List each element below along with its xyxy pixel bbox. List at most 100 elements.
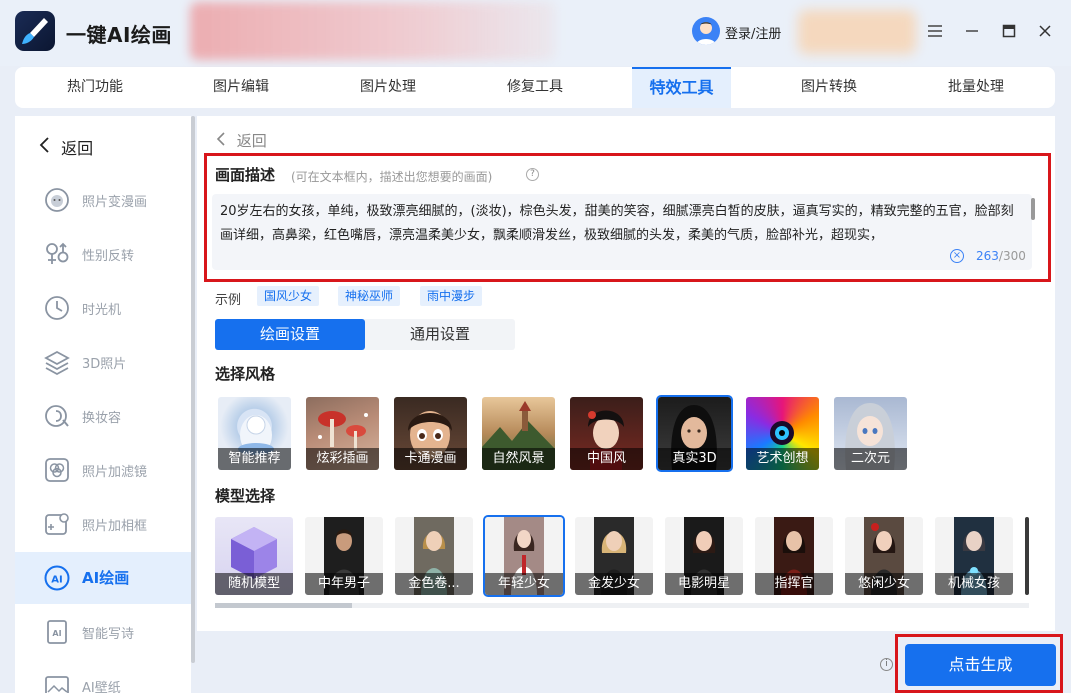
vip-promo-badge[interactable] [798, 10, 916, 54]
model-card-mech-girl[interactable]: 机械女孩 [935, 517, 1013, 595]
layers-icon [43, 348, 71, 376]
title-bar: 一键AI绘画 登录/注册 [0, 0, 1071, 66]
model-card-casual-girl[interactable]: 悠闲少女 [845, 517, 923, 595]
close-icon[interactable] [1034, 20, 1056, 42]
clear-text-icon[interactable]: × [950, 249, 964, 263]
sidebar-item-label: 照片变漫画 [82, 195, 148, 210]
minimize-icon[interactable] [961, 20, 983, 42]
model-card-commander[interactable]: 指挥官 [755, 517, 833, 595]
style-section-title: 选择风格 [215, 365, 276, 383]
generate-button[interactable]: 点击生成 [905, 644, 1056, 686]
chevron-left-icon [38, 136, 52, 158]
style-card-label: 自然风景 [482, 448, 555, 470]
sidebar-item-gender-swap[interactable]: 性别反转 [15, 228, 191, 280]
model-card-label: 随机模型 [215, 573, 293, 595]
model-card-label: 年轻少女 [485, 573, 563, 595]
example-chip[interactable]: 雨中漫步 [420, 286, 483, 306]
ai-wallpaper-icon [43, 672, 71, 693]
example-chip[interactable]: 神秘巫师 [338, 286, 401, 306]
maximize-icon[interactable] [998, 20, 1020, 42]
style-card-cartoon[interactable]: 卡通漫画 [394, 397, 467, 470]
menu-icon[interactable] [924, 20, 946, 42]
model-card-partial[interactable] [1025, 517, 1029, 595]
description-hint: (可在文本框内，描述出您想要的画面) [291, 170, 493, 184]
style-card-chinese[interactable]: 中国风 [570, 397, 643, 470]
description-text[interactable]: 20岁左右的女孩，单纯，极致漂亮细腻的，(淡妆)，棕色头发，甜美的笑容，细腻漂亮… [220, 200, 1018, 248]
svg-text:AI: AI [52, 629, 61, 638]
sidebar-scrollbar[interactable] [191, 116, 195, 663]
makeup-icon [43, 402, 71, 430]
settings-tabs: 绘画设置 通用设置 [215, 319, 515, 350]
style-card-smart[interactable]: 智能推荐 [218, 397, 291, 470]
tab-general-settings[interactable]: 通用设置 [365, 319, 515, 350]
model-card-movie-star[interactable]: 电影明星 [665, 517, 743, 595]
style-card-label: 艺术创想 [746, 448, 819, 470]
tab-image-convert[interactable]: 图片转换 [764, 67, 894, 108]
tab-repair-tools[interactable]: 修复工具 [470, 67, 600, 108]
style-card-anime[interactable]: 二次元 [834, 397, 907, 470]
app-logo-icon [15, 11, 55, 51]
sidebar-item-label: 智能写诗 [82, 627, 135, 642]
sidebar-item-ai-poem[interactable]: AI 智能写诗 [15, 606, 191, 658]
sidebar-item-photo-to-cartoon[interactable]: 照片变漫画 [15, 174, 191, 226]
face-cartoon-icon [43, 186, 71, 214]
style-card-label: 炫彩插画 [306, 448, 379, 470]
sidebar-item-label: 照片加滤镜 [82, 465, 148, 480]
style-card-landscape[interactable]: 自然风景 [482, 397, 555, 470]
sidebar-item-label: AI绘画 [82, 569, 130, 587]
sidebar-item-photo-frame[interactable]: 照片加相框 [15, 498, 191, 550]
model-card-golden-curls[interactable]: 金色卷... [395, 517, 473, 595]
sidebar-item-3d-photo[interactable]: 3D照片 [15, 336, 191, 388]
char-max: /300 [998, 249, 1026, 263]
sidebar-item-ai-wallpaper[interactable]: AI壁纸 [15, 660, 191, 693]
char-count: 263 [976, 249, 999, 263]
main-back-button[interactable]: 返回 [215, 130, 267, 151]
style-card-label: 二次元 [834, 448, 907, 470]
style-card-label: 智能推荐 [218, 448, 291, 470]
tab-image-edit[interactable]: 图片编辑 [176, 67, 306, 108]
model-card-middle-aged-man[interactable]: 中年男子 [305, 517, 383, 595]
sidebar: 返回 照片变漫画 性别反转 时光机 3D照片 换妆容 照片加滤镜 照片加相框 A… [15, 116, 191, 693]
tab-image-process[interactable]: 图片处理 [323, 67, 453, 108]
filter-icon [43, 456, 71, 484]
style-card-art[interactable]: 艺术创想 [746, 397, 819, 470]
sidebar-item-ai-paint[interactable]: AI AI绘画 [15, 552, 191, 604]
model-scroll-thumb[interactable] [215, 603, 352, 608]
tab-batch-process[interactable]: 批量处理 [911, 67, 1041, 108]
tab-paint-settings[interactable]: 绘画设置 [215, 319, 365, 350]
model-card-blonde-girl[interactable]: 金发少女 [575, 517, 653, 595]
info-icon[interactable]: i [880, 658, 893, 671]
frame-icon [43, 510, 71, 538]
main-back-label: 返回 [236, 132, 267, 150]
model-card-young-girl[interactable]: 年轻少女 [483, 515, 565, 597]
tab-hot-features[interactable]: 热门功能 [30, 67, 160, 108]
description-textarea[interactable]: 20岁左右的女孩，单纯，极致漂亮细腻的，(淡妆)，棕色头发，甜美的笑容，细腻漂亮… [212, 194, 1035, 270]
sidebar-item-photo-filter[interactable]: 照片加滤镜 [15, 444, 191, 496]
style-card-real3d[interactable]: 真实3D [656, 395, 733, 472]
model-card-random[interactable]: 随机模型 [215, 517, 293, 595]
model-card-label: 电影明星 [665, 573, 743, 595]
help-icon[interactable]: ? [526, 168, 539, 181]
char-counter: 263/300 [976, 249, 1026, 263]
style-card-colorful[interactable]: 炫彩插画 [306, 397, 379, 470]
textarea-scrollbar[interactable] [1031, 198, 1035, 220]
style-card-label: 卡通漫画 [394, 448, 467, 470]
sidebar-item-label: 3D照片 [82, 357, 127, 372]
user-avatar-icon[interactable] [692, 17, 720, 45]
ai-poem-icon: AI [43, 618, 71, 646]
sidebar-item-label: 性别反转 [82, 249, 135, 264]
sidebar-item-makeup[interactable]: 换妆容 [15, 390, 191, 442]
model-card-label: 悠闲少女 [845, 573, 923, 595]
tab-effect-tools[interactable]: 特效工具 [632, 67, 731, 108]
style-card-label: 中国风 [570, 448, 643, 470]
description-panel: 画面描述 (可在文本框内，描述出您想要的画面) ? 20岁左右的女孩，单纯，极致… [204, 153, 1051, 282]
example-chip[interactable]: 国风少女 [257, 286, 320, 306]
sidebar-item-time-machine[interactable]: 时光机 [15, 282, 191, 334]
promo-banner[interactable] [190, 2, 555, 60]
sidebar-item-label: 换妆容 [82, 411, 122, 426]
login-register-link[interactable]: 登录/注册 [725, 23, 781, 42]
model-card-label: 中年男子 [305, 573, 383, 595]
model-card-label: 金色卷... [395, 573, 473, 595]
sidebar-back-button[interactable]: 返回 [38, 135, 93, 159]
model-section-title: 模型选择 [215, 487, 276, 505]
